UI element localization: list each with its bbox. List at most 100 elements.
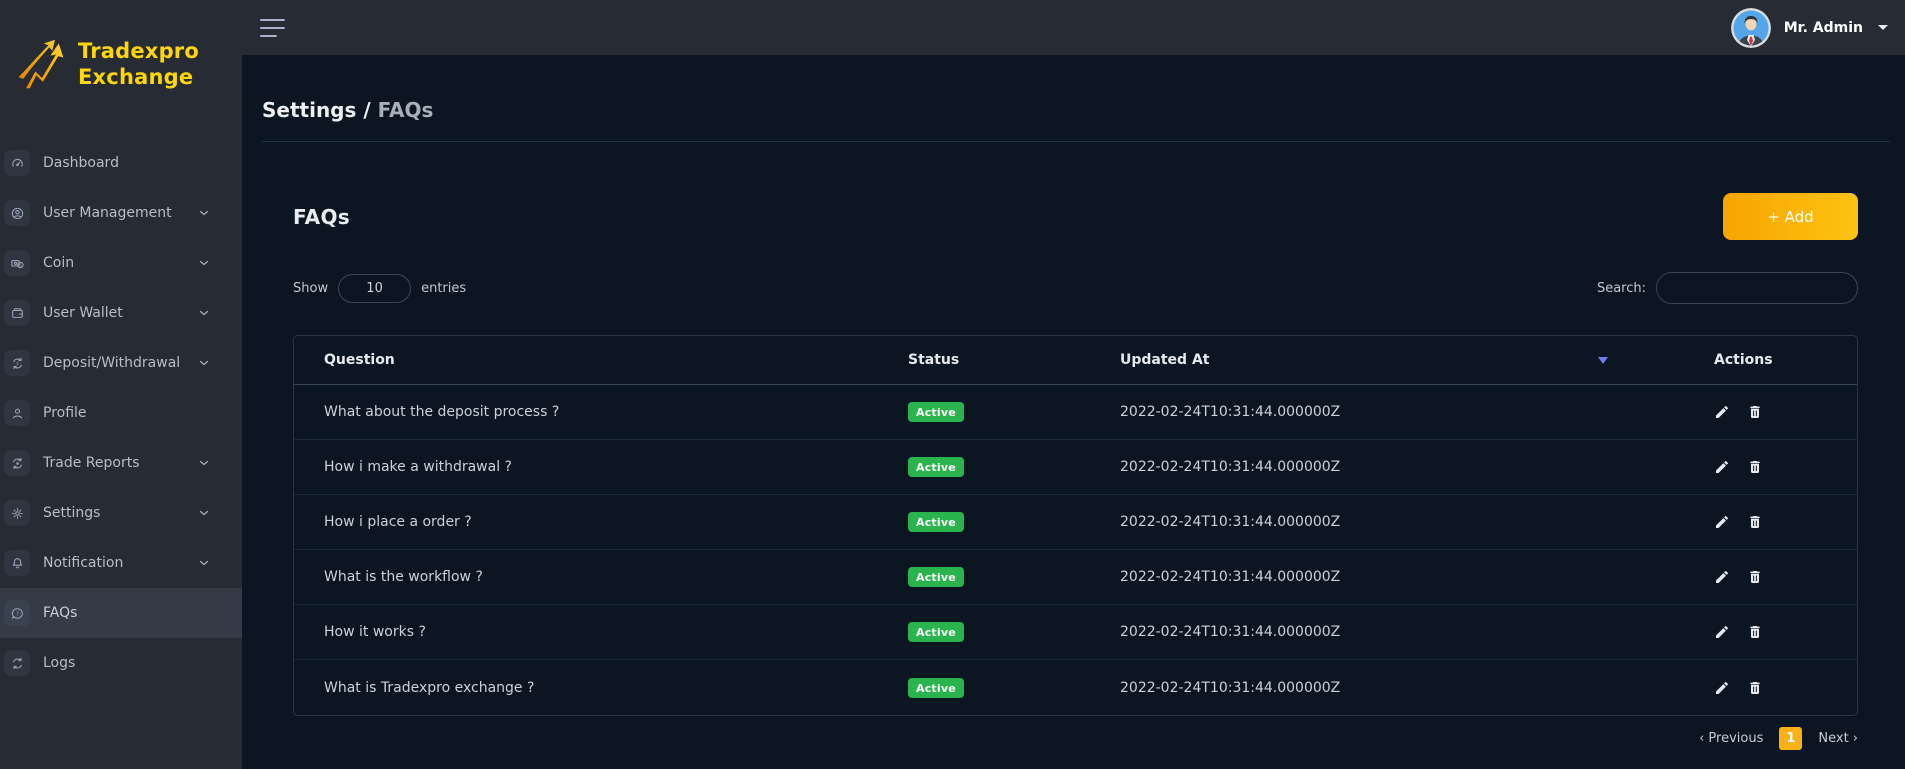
pagination-page-1[interactable]: 1	[1779, 727, 1802, 750]
user-circle-icon	[4, 200, 30, 226]
faq-question: How it works ?	[294, 624, 878, 640]
main-content: Settings / FAQs FAQs + Add Show 10 entri…	[242, 55, 1905, 769]
sidebar-item-label: Profile	[43, 405, 87, 421]
pagination-next[interactable]: Next ›	[1818, 731, 1858, 746]
table-row: What is the workflow ? Active 2022-02-24…	[294, 550, 1857, 605]
delete-icon[interactable]	[1747, 404, 1763, 420]
faq-icon: ?	[4, 600, 30, 626]
updated-at-value: 2022-02-24T10:31:44.000000Z	[1120, 459, 1340, 475]
sidebar-item-label: Dashboard	[43, 155, 119, 171]
sidebar-item-settings[interactable]: Settings	[0, 488, 242, 538]
edit-icon[interactable]	[1714, 514, 1730, 530]
search-label: Search:	[1597, 281, 1646, 296]
sidebar-item-label: FAQs	[43, 605, 77, 621]
speedometer-icon	[4, 150, 30, 176]
app-root: Tradexpro Exchange Dashboard User Manage…	[0, 0, 1905, 769]
sidebar: Tradexpro Exchange Dashboard User Manage…	[0, 0, 242, 769]
status-badge: Active	[908, 512, 964, 532]
column-header-actions: Actions	[1661, 352, 1857, 368]
sort-desc-icon[interactable]	[1598, 357, 1608, 364]
svg-text:?: ?	[16, 611, 19, 617]
updated-at-value: 2022-02-24T10:31:44.000000Z	[1120, 680, 1340, 696]
sidebar-item-deposit-withdrawal[interactable]: $ Deposit/Withdrawal	[0, 338, 242, 388]
edit-icon[interactable]	[1714, 680, 1730, 696]
sidebar-item-label: Coin	[43, 255, 74, 271]
column-header-question[interactable]: Question	[294, 352, 878, 368]
delete-icon[interactable]	[1747, 624, 1763, 640]
sidebar-item-notification[interactable]: Notification	[0, 538, 242, 588]
sidebar-item-label: Settings	[43, 505, 100, 521]
delete-icon[interactable]	[1747, 514, 1763, 530]
faq-question: What is the workflow ?	[294, 569, 878, 585]
trade-reports-icon	[4, 450, 30, 476]
person-icon	[4, 400, 30, 426]
edit-icon[interactable]	[1714, 569, 1730, 585]
delete-icon[interactable]	[1747, 569, 1763, 585]
add-button[interactable]: + Add	[1723, 193, 1858, 240]
updated-at-value: 2022-02-24T10:31:44.000000Z	[1120, 624, 1340, 640]
sidebar-nav: Dashboard User Management $ Coin User Wa…	[0, 138, 242, 688]
breadcrumb-section[interactable]: Settings /	[262, 98, 371, 122]
search-input[interactable]	[1656, 272, 1858, 304]
gear-icon	[4, 500, 30, 526]
sidebar-item-coin[interactable]: $ Coin	[0, 238, 242, 288]
faqs-table: Question Status Updated At Actions What …	[293, 335, 1858, 716]
status-badge: Active	[908, 457, 964, 477]
pagination: ‹ Previous 1 Next ›	[293, 727, 1858, 750]
user-menu[interactable]: Mr. Admin	[1731, 8, 1888, 48]
bell-icon	[4, 550, 30, 576]
status-badge: Active	[908, 567, 964, 587]
updated-at-value: 2022-02-24T10:31:44.000000Z	[1120, 404, 1340, 420]
wallet-icon	[4, 300, 30, 326]
logs-icon	[4, 650, 30, 676]
sidebar-item-user-wallet[interactable]: User Wallet	[0, 288, 242, 338]
chevron-down-icon	[198, 557, 210, 569]
exchange-icon: $	[4, 350, 30, 376]
sidebar-item-label: Notification	[43, 555, 123, 571]
show-label: Show	[293, 281, 328, 296]
svg-text:$: $	[19, 262, 22, 267]
menu-toggle-icon[interactable]	[260, 17, 285, 39]
caret-down-icon	[1878, 25, 1888, 30]
show-entries-control: Show 10 entries	[293, 274, 466, 303]
sidebar-item-label: Deposit/Withdrawal	[43, 355, 180, 371]
faq-question: How i place a order ?	[294, 514, 878, 530]
breadcrumb: Settings / FAQs	[262, 55, 1890, 142]
brand-name: Tradexpro Exchange	[78, 38, 199, 90]
table-row: How i place a order ? Active 2022-02-24T…	[294, 495, 1857, 550]
topbar: Mr. Admin	[242, 0, 1905, 55]
column-header-status[interactable]: Status	[878, 352, 1090, 368]
table-row: What is Tradexpro exchange ? Active 2022…	[294, 660, 1857, 715]
entries-select[interactable]: 10	[338, 274, 411, 303]
avatar	[1731, 8, 1771, 48]
status-badge: Active	[908, 622, 964, 642]
brand-logo[interactable]: Tradexpro Exchange	[0, 0, 242, 112]
chevron-down-icon	[198, 457, 210, 469]
edit-icon[interactable]	[1714, 404, 1730, 420]
search-control: Search:	[1597, 272, 1858, 304]
edit-icon[interactable]	[1714, 624, 1730, 640]
chevron-down-icon	[198, 257, 210, 269]
sidebar-item-logs[interactable]: Logs	[0, 638, 242, 688]
sidebar-item-profile[interactable]: Profile	[0, 388, 242, 438]
breadcrumb-page: FAQs	[378, 98, 434, 122]
table-row: How i make a withdrawal ? Active 2022-02…	[294, 440, 1857, 495]
sidebar-item-faqs[interactable]: ? FAQs	[0, 588, 242, 638]
entries-label: entries	[421, 281, 466, 296]
svg-text:$: $	[16, 361, 19, 366]
sidebar-item-dashboard[interactable]: Dashboard	[0, 138, 242, 188]
faq-question: How i make a withdrawal ?	[294, 459, 878, 475]
delete-icon[interactable]	[1747, 459, 1763, 475]
sidebar-item-label: User Wallet	[43, 305, 123, 321]
sidebar-item-trade-reports[interactable]: Trade Reports	[0, 438, 242, 488]
table-header-row: Question Status Updated At Actions	[294, 336, 1857, 385]
sidebar-item-label: User Management	[43, 205, 172, 221]
updated-at-value: 2022-02-24T10:31:44.000000Z	[1120, 569, 1340, 585]
column-header-updated-at[interactable]: Updated At	[1090, 352, 1661, 368]
sidebar-item-user-management[interactable]: User Management	[0, 188, 242, 238]
delete-icon[interactable]	[1747, 680, 1763, 696]
pagination-previous[interactable]: ‹ Previous	[1699, 731, 1763, 746]
status-badge: Active	[908, 678, 964, 698]
edit-icon[interactable]	[1714, 459, 1730, 475]
faqs-panel: FAQs + Add Show 10 entries Search:	[293, 193, 1858, 750]
